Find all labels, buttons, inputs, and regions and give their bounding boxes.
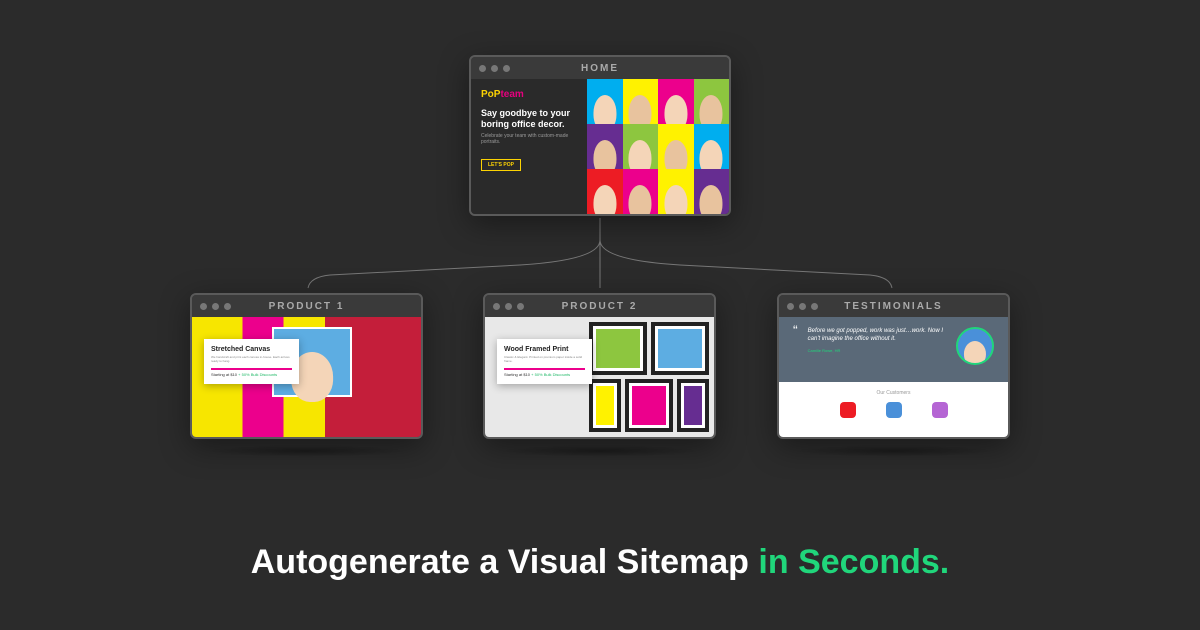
product2-preview: Wood Framed Print Classic & Elegant. Pri… bbox=[485, 317, 714, 437]
sitemap-node-product2[interactable]: PRODUCT 2 Wood Framed Print Classic & El… bbox=[483, 293, 716, 439]
sitemap-node-home[interactable]: HOME PoPteam Say goodbye to your boring … bbox=[469, 55, 731, 216]
window-titlebar: HOME bbox=[471, 57, 729, 79]
avatar bbox=[956, 327, 994, 365]
sitemap-node-product1[interactable]: PRODUCT 1 Stretched Canvas We handcraft … bbox=[190, 293, 423, 439]
page-headline: Autogenerate a Visual Sitemap in Seconds… bbox=[0, 543, 1200, 582]
window-titlebar: PRODUCT 2 bbox=[485, 295, 714, 317]
window-titlebar: TESTIMONIALS bbox=[779, 295, 1008, 317]
window-titlebar: PRODUCT 1 bbox=[192, 295, 421, 317]
cta-button: LET'S POP bbox=[481, 159, 521, 171]
home-preview: PoPteam Say goodbye to your boring offic… bbox=[471, 79, 729, 214]
product1-preview: Stretched Canvas We handcraft and print … bbox=[192, 317, 421, 437]
testimonials-preview: “ Before we got popped, work was just…wo… bbox=[779, 317, 1008, 437]
sitemap-node-testimonials[interactable]: TESTIMONIALS “ Before we got popped, wor… bbox=[777, 293, 1010, 439]
